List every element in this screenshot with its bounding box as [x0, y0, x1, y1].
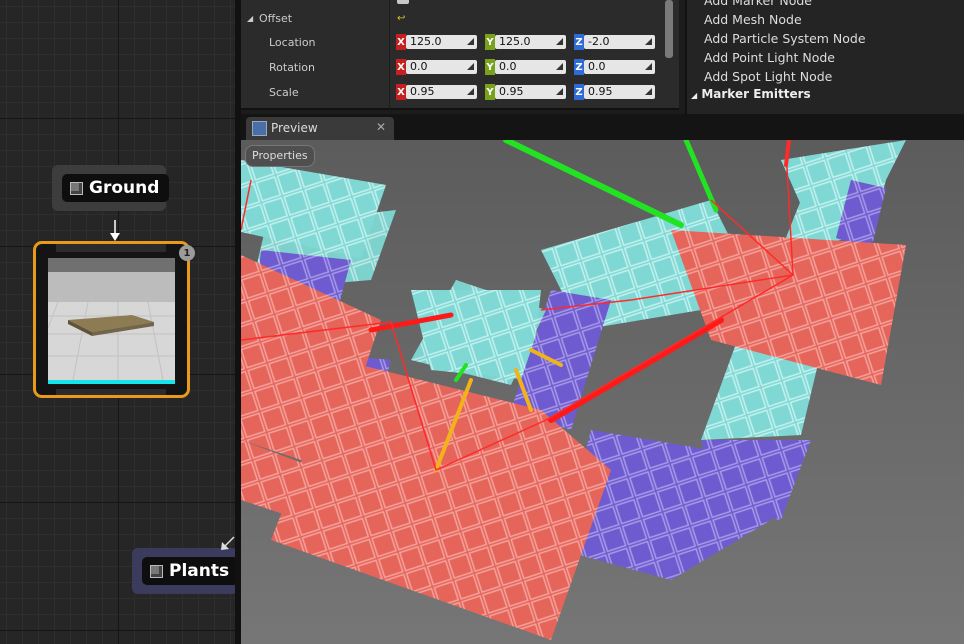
plants-node-label: Plants [169, 561, 230, 581]
rotation-x-field[interactable]: X 0.0 [396, 59, 477, 75]
axis-z-label: Z [574, 34, 584, 50]
node-input-pin[interactable] [56, 244, 166, 252]
location-z-field[interactable]: Z -2.0 [574, 34, 655, 50]
location-z-input[interactable]: -2.0 [584, 35, 655, 49]
palette-item-add-spot-light-node[interactable]: Add Spot Light Node [704, 69, 832, 84]
rotation-row: Rotation X 0.0 Y 0.0 Z 0.0 [241, 55, 671, 79]
arrow-down-left-icon [221, 536, 235, 550]
location-y-field[interactable]: Y 125.0 [485, 34, 566, 50]
palette-panel: Add Marker Node Add Mesh Node Add Partic… [685, 0, 964, 114]
axis-x-label: X [396, 84, 406, 100]
arrow-down-icon [110, 220, 120, 241]
scale-row: Scale X 0.95 Y 0.95 Z 0.95 [241, 80, 671, 104]
scale-label: Scale [269, 85, 299, 99]
location-row: Location X 125.0 Y 125.0 Z -2.0 [241, 30, 671, 54]
location-label: Location [269, 35, 316, 49]
palette-category-marker-emitters[interactable]: ◢ Marker Emitters [691, 87, 811, 101]
ground-node-label: Ground [89, 178, 160, 198]
scale-x-field[interactable]: X 0.95 [396, 84, 477, 100]
plants-node[interactable]: Plants [132, 548, 240, 594]
close-icon[interactable]: ✕ [376, 120, 386, 134]
scale-y-input[interactable]: 0.95 [495, 85, 566, 99]
node-count-badge: 1 [179, 245, 195, 261]
cube-icon [150, 564, 163, 578]
expand-arrow-icon[interactable]: ◢ [247, 14, 253, 23]
rotation-label: Rotation [269, 60, 316, 74]
details-panel: ◢ Offset ↩ Location X 125.0 Y 125.0 Z -2… [241, 0, 679, 110]
axis-z-label: Z [574, 59, 584, 75]
rotation-z-field[interactable]: Z 0.0 [574, 59, 655, 75]
mesh-thumbnail [48, 258, 175, 384]
cube-icon [70, 181, 83, 195]
palette-category-label: Marker Emitters [701, 87, 811, 101]
preview-viewport[interactable] [241, 140, 964, 644]
scale-x-input[interactable]: 0.95 [406, 85, 477, 99]
node-output-pin[interactable] [56, 389, 166, 395]
reset-arrow-icon[interactable]: ↩ [397, 13, 405, 24]
axis-x-label: X [396, 59, 406, 75]
rotation-x-input[interactable]: 0.0 [406, 60, 477, 74]
checkbox[interactable] [397, 0, 409, 4]
location-x-field[interactable]: X 125.0 [396, 34, 477, 50]
location-x-input[interactable]: 125.0 [406, 35, 477, 49]
mesh-thumbnail-node[interactable] [33, 241, 190, 398]
palette-item-add-particle-system-node[interactable]: Add Particle System Node [704, 31, 866, 46]
graph-panel[interactable]: Ground 1 Plants [0, 0, 240, 644]
rotation-y-input[interactable]: 0.0 [495, 60, 566, 74]
properties-button[interactable]: Properties [245, 145, 315, 167]
plants-node-header: Plants [142, 557, 240, 585]
axis-y-label: Y [485, 84, 495, 100]
palette-item-add-point-light-node[interactable]: Add Point Light Node [704, 50, 835, 65]
palette-item-add-marker-node[interactable]: Add Marker Node [704, 0, 812, 8]
axis-y-label: Y [485, 59, 495, 75]
palette-item-add-mesh-node[interactable]: Add Mesh Node [704, 12, 802, 27]
offset-row[interactable]: ◢ Offset ↩ [241, 6, 671, 30]
ground-node[interactable]: Ground [52, 165, 170, 211]
ground-node-header: Ground [62, 174, 170, 202]
preview-viewport-icon [252, 121, 267, 136]
axis-z-label: Z [574, 84, 584, 100]
scale-y-field[interactable]: Y 0.95 [485, 84, 566, 100]
details-scrollbar[interactable] [665, 0, 673, 58]
scale-z-field[interactable]: Z 0.95 [574, 84, 655, 100]
axis-x-label: X [396, 34, 406, 50]
tab-preview[interactable]: Preview ✕ [246, 117, 394, 140]
rotation-z-input[interactable]: 0.0 [584, 60, 655, 74]
collapse-arrow-icon: ◢ [691, 91, 698, 100]
rotation-y-field[interactable]: Y 0.0 [485, 59, 566, 75]
scale-z-input[interactable]: 0.95 [584, 85, 655, 99]
axis-y-label: Y [485, 34, 495, 50]
scene-render [241, 140, 964, 644]
offset-label: Offset [259, 11, 293, 25]
tab-preview-label: Preview [271, 121, 318, 135]
location-y-input[interactable]: 125.0 [495, 35, 566, 49]
